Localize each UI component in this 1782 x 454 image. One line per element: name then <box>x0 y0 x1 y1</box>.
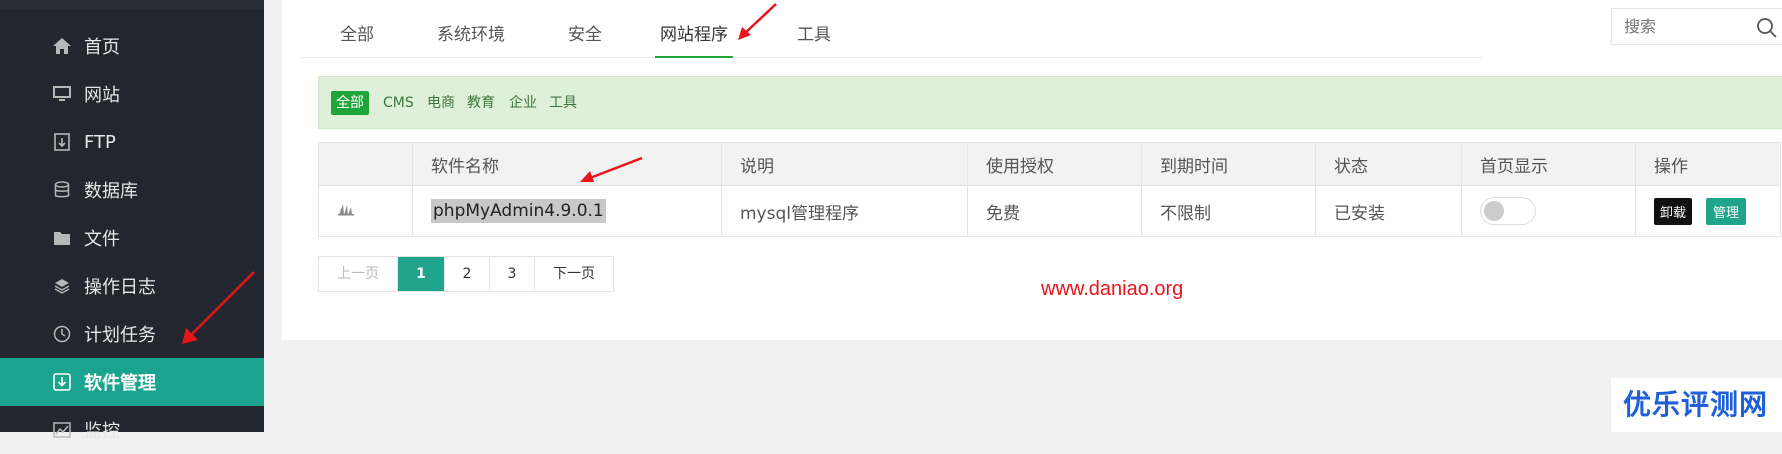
sidebar-item-monitor[interactable]: 监控 <box>0 406 264 454</box>
sidebar-item-label: 操作日志 <box>84 277 156 298</box>
sidebar-top-strip <box>0 0 264 10</box>
sidebar-item-software[interactable]: 软件管理 <box>0 358 264 406</box>
sidebar-item-label: 数据库 <box>84 181 138 202</box>
actions-cell: 卸载 管理 <box>1635 185 1781 237</box>
phpmyadmin-icon <box>337 201 355 221</box>
clock-icon <box>52 324 72 344</box>
search-icon[interactable] <box>1756 17 1778 43</box>
sidebar-item-label: 首页 <box>84 37 120 58</box>
page-2-button[interactable]: 2 <box>445 257 490 291</box>
homepage-toggle-cell <box>1461 185 1636 237</box>
filter-cms[interactable]: CMS <box>383 91 414 115</box>
app-name-cell: phpMyAdmin4.9.0.1 <box>412 185 722 237</box>
folder-icon <box>52 228 72 248</box>
sidebar: 首页 网站 FTP 数据库 文件 操作日志 计划任务 软件管理 监控 <box>0 0 264 442</box>
col-header-icon <box>318 142 413 186</box>
app-icon-cell <box>318 185 413 237</box>
sidebar-item-ftp[interactable]: FTP <box>0 118 264 166</box>
app-status: 已安装 <box>1315 185 1462 237</box>
sidebar-item-label: 监控 <box>84 421 120 442</box>
table-row: phpMyAdmin4.9.0.1 mysql管理程序 免费 不限制 已安装 卸… <box>318 185 1781 237</box>
filter-bar: 全部 CMS 电商 教育 企业 工具 <box>318 76 1782 129</box>
tab-tools[interactable]: 工具 <box>797 20 831 56</box>
prev-page-button[interactable]: 上一页 <box>319 257 398 291</box>
watermark-url: www.daniao.org <box>1041 278 1184 300</box>
app-desc: mysql管理程序 <box>721 185 968 237</box>
col-header-desc: 说明 <box>721 142 968 186</box>
filter-tools[interactable]: 工具 <box>549 91 577 115</box>
tab-web-apps[interactable]: 网站程序 <box>655 20 733 58</box>
layers-icon <box>52 276 72 296</box>
sidebar-item-files[interactable]: 文件 <box>0 214 264 262</box>
app-expire: 不限制 <box>1141 185 1316 237</box>
filter-ecommerce[interactable]: 电商 <box>427 91 455 115</box>
manage-button[interactable]: 管理 <box>1706 197 1747 225</box>
next-page-button[interactable]: 下一页 <box>535 257 613 291</box>
uninstall-button[interactable]: 卸载 <box>1654 197 1693 225</box>
sidebar-item-label: 网站 <box>84 85 120 106</box>
sidebar-item-database[interactable]: 数据库 <box>0 166 264 214</box>
sidebar-item-label: 文件 <box>84 229 120 250</box>
monitor-icon <box>52 84 72 104</box>
col-header-expire: 到期时间 <box>1141 142 1316 186</box>
chart-icon <box>52 420 72 440</box>
homepage-display-toggle[interactable] <box>1480 197 1536 225</box>
filter-education[interactable]: 教育 <box>467 91 495 115</box>
tab-all[interactable]: 全部 <box>340 20 374 56</box>
app-license: 免费 <box>967 185 1142 237</box>
filter-all[interactable]: 全部 <box>331 91 369 115</box>
download-icon <box>52 372 72 392</box>
table-header-row: 软件名称 说明 使用授权 到期时间 状态 首页显示 操作 <box>318 142 1781 186</box>
pagination: 上一页 1 2 3 下一页 <box>318 256 614 292</box>
tab-security[interactable]: 安全 <box>568 20 602 56</box>
col-header-status: 状态 <box>1315 142 1462 186</box>
col-header-name: 软件名称 <box>412 142 722 186</box>
page-1-button[interactable]: 1 <box>398 257 445 291</box>
col-header-license: 使用授权 <box>967 142 1142 186</box>
tab-system-env[interactable]: 系统环境 <box>437 20 505 56</box>
annotation-arrow-tab <box>738 3 777 40</box>
sidebar-item-home[interactable]: 首页 <box>0 22 264 70</box>
toggle-knob <box>1484 201 1504 221</box>
home-icon <box>52 36 72 56</box>
sidebar-item-website[interactable]: 网站 <box>0 70 264 118</box>
sidebar-item-label: 计划任务 <box>84 325 156 346</box>
filter-enterprise[interactable]: 企业 <box>509 91 537 115</box>
database-icon <box>52 180 72 200</box>
app-name: phpMyAdmin4.9.0.1 <box>431 199 606 223</box>
sidebar-item-label: 软件管理 <box>84 373 156 394</box>
search-input[interactable] <box>1622 9 1756 44</box>
annotation-arrow-sidebar <box>182 271 255 344</box>
software-table: 软件名称 说明 使用授权 到期时间 状态 首页显示 操作 phpMyAdmin4… <box>318 142 1781 237</box>
annotation-arrow-name <box>580 156 643 182</box>
col-header-actions: 操作 <box>1635 142 1781 186</box>
sidebar-item-label: FTP <box>84 131 116 153</box>
search-box <box>1611 8 1782 45</box>
col-header-homepage: 首页显示 <box>1461 142 1636 186</box>
watermark-brand: 优乐评测网 <box>1611 378 1782 432</box>
ftp-icon <box>52 132 72 152</box>
category-tabs: 全部 系统环境 安全 网站程序 工具 <box>300 0 1482 58</box>
page-3-button[interactable]: 3 <box>490 257 535 291</box>
